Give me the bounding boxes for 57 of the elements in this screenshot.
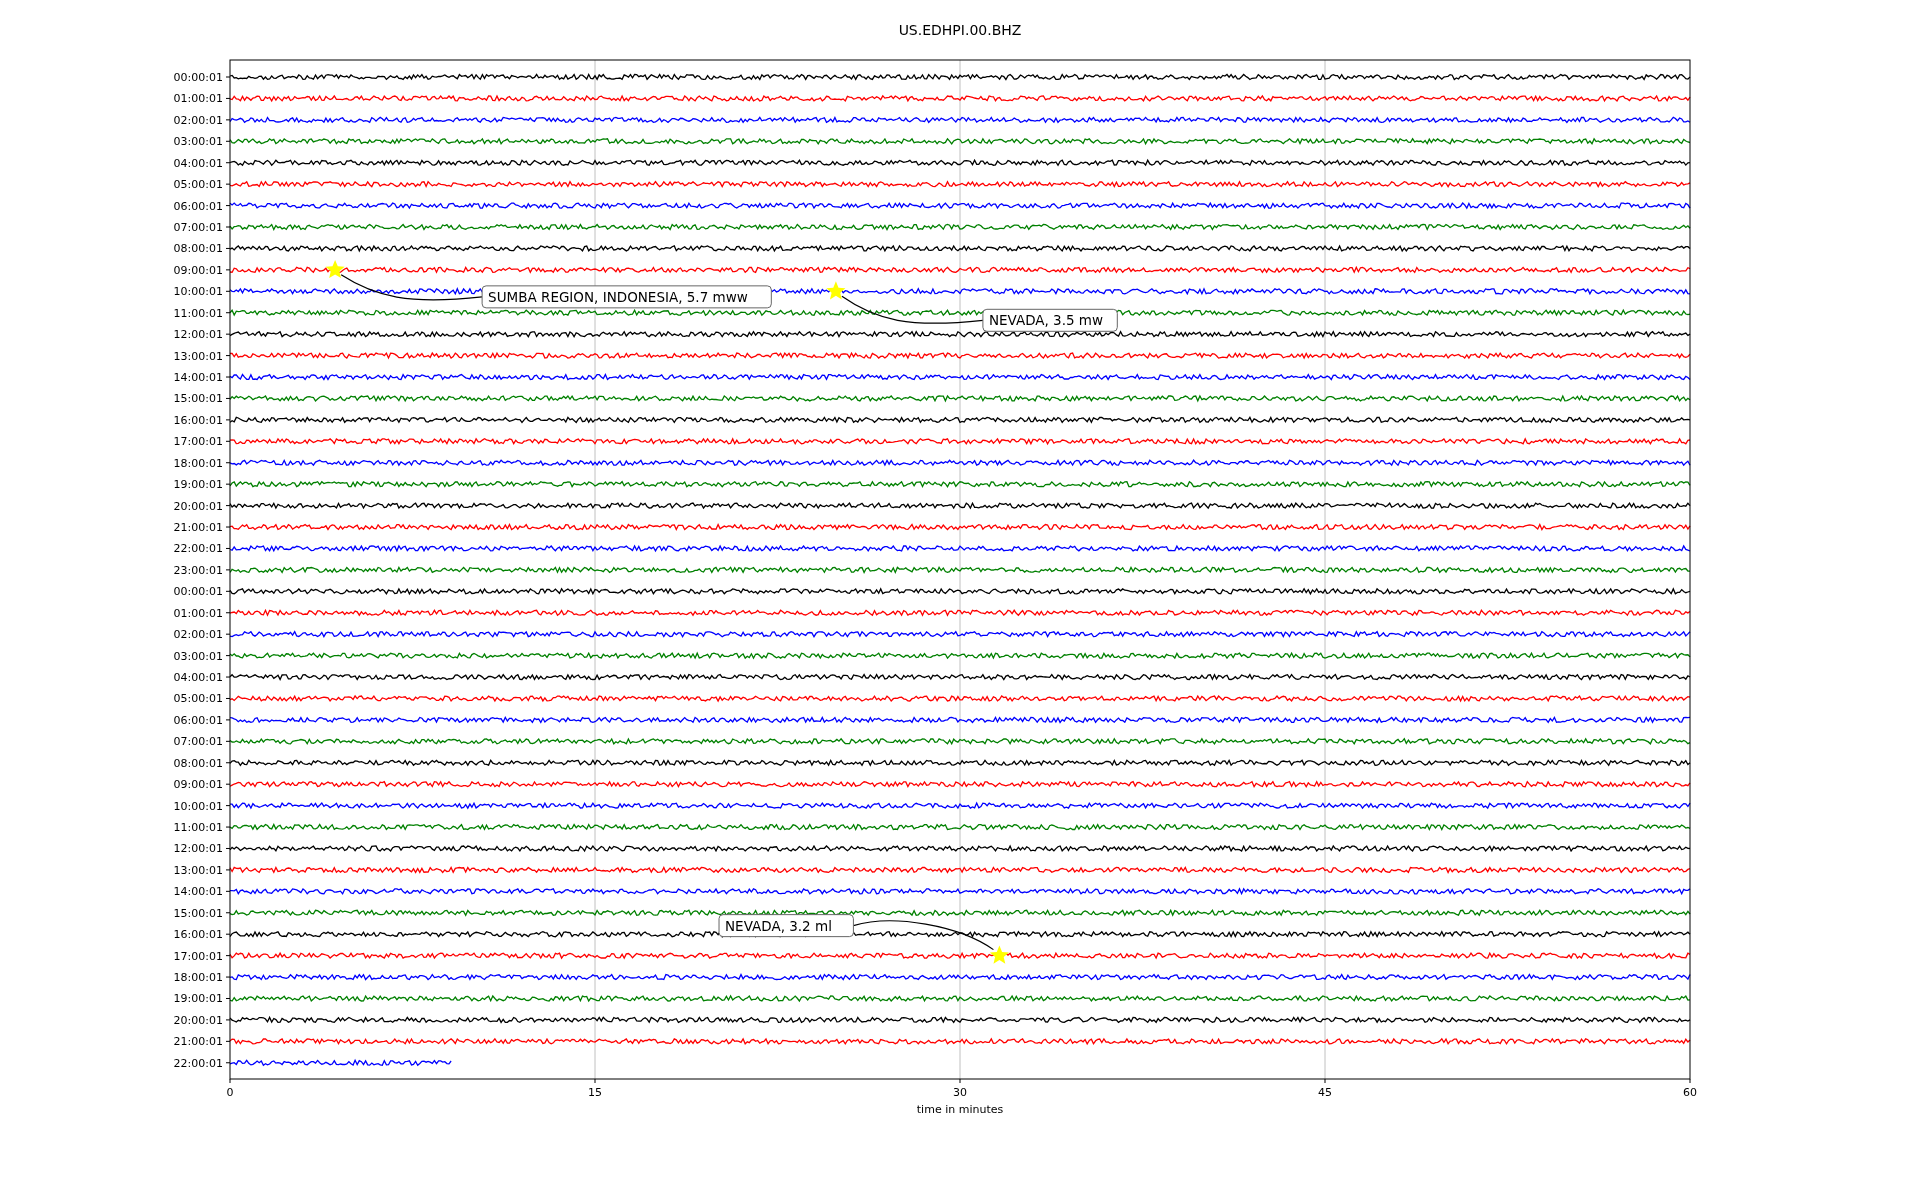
axis-tick-label: 16:00:01 bbox=[173, 928, 223, 942]
axis-tick-label: 21:00:01 bbox=[173, 1035, 223, 1049]
axis-tick-label: 03:00:01 bbox=[173, 135, 223, 149]
axis-tick-label: 23:00:01 bbox=[173, 563, 223, 577]
axis-tick-label: 08:00:01 bbox=[173, 242, 223, 256]
axis-tick-label: 14:00:01 bbox=[173, 371, 223, 384]
annotation-label: NEVADA, 3.2 ml bbox=[718, 914, 854, 938]
axis-tick-label: 05:00:01 bbox=[173, 178, 223, 192]
axis-tick-label: 00:00:01 bbox=[173, 71, 223, 84]
axis-tick-label: 10:00:01 bbox=[173, 285, 223, 299]
axis-tick-label: 30 bbox=[953, 1086, 967, 1099]
axis-tick-label: 45 bbox=[1318, 1086, 1332, 1099]
axis-tick-label: 02:00:01 bbox=[173, 113, 223, 127]
axis-tick-label: 21:00:01 bbox=[173, 521, 223, 535]
axis-tick-label: 01:00:01 bbox=[173, 606, 223, 620]
axis-tick-label: 22:00:01 bbox=[173, 542, 223, 556]
axis-tick-label: 09:00:01 bbox=[173, 778, 223, 792]
axis-tick-label: 18:00:01 bbox=[173, 456, 223, 470]
axis-tick-label: 15 bbox=[588, 1086, 602, 1099]
axis-tick-label: 14:00:01 bbox=[173, 885, 223, 899]
axis-tick-label: 07:00:01 bbox=[173, 735, 223, 749]
axis-tick-label: 17:00:01 bbox=[173, 949, 223, 963]
axis-tick-label: 17:00:01 bbox=[173, 435, 223, 449]
axis-tick-label: 12:00:01 bbox=[173, 842, 223, 856]
axis-tick-label: 06:00:01 bbox=[173, 713, 223, 727]
axis-tick-label: 13:00:01 bbox=[173, 863, 223, 877]
axis-tick-label: 11:00:01 bbox=[173, 821, 223, 835]
axis-tick-label: 00:00:01 bbox=[173, 585, 223, 599]
axis-tick-label: 19:00:01 bbox=[173, 478, 223, 492]
axis-tick-label: 12:00:01 bbox=[173, 328, 223, 342]
axis-tick-label: 09:00:01 bbox=[173, 263, 223, 277]
axis-tick-label: 15:00:01 bbox=[173, 906, 223, 920]
axis-tick-label: 05:00:01 bbox=[173, 692, 223, 706]
axis-tick-label: 22:00:01 bbox=[173, 1056, 223, 1070]
axis-tick-label: 04:00:01 bbox=[173, 156, 223, 170]
annotation-label: NEVADA, 3.5 mw bbox=[982, 308, 1118, 332]
axis-tick-label: 0 bbox=[226, 1086, 234, 1099]
axis-tick-label: 13:00:01 bbox=[173, 349, 223, 363]
axis-tick-label: 16:00:01 bbox=[173, 413, 223, 427]
axis-tick-label: 06:00:01 bbox=[173, 199, 223, 213]
axis-tick-label: 60 bbox=[1683, 1086, 1697, 1099]
axis-tick-label: 20:00:01 bbox=[173, 499, 223, 513]
axis-tick-label: 15:00:01 bbox=[173, 392, 223, 406]
axis-tick-label: 07:00:01 bbox=[173, 221, 223, 234]
axis-tick-label: 02:00:01 bbox=[173, 628, 223, 642]
axis-tick-label: 08:00:01 bbox=[173, 756, 223, 770]
axis-tick-label: 03:00:01 bbox=[173, 649, 223, 663]
axis-tick-label: 10:00:01 bbox=[173, 799, 223, 813]
annotation-label: SUMBA REGION, INDONESIA, 5.7 mww bbox=[481, 285, 772, 309]
axis-tick-label: 20:00:01 bbox=[173, 1013, 223, 1027]
axis-tick-label: 18:00:01 bbox=[173, 971, 223, 985]
axis-tick-label: 19:00:01 bbox=[173, 992, 223, 1006]
axis-tick-label: 01:00:01 bbox=[173, 92, 223, 106]
axis-tick-label: 04:00:01 bbox=[173, 671, 223, 685]
axis-title: time in minutes bbox=[916, 1103, 1004, 1116]
axis-tick-label: 11:00:01 bbox=[173, 306, 223, 320]
plot-title: US.EDHPI.00.BHZ bbox=[898, 22, 1022, 38]
